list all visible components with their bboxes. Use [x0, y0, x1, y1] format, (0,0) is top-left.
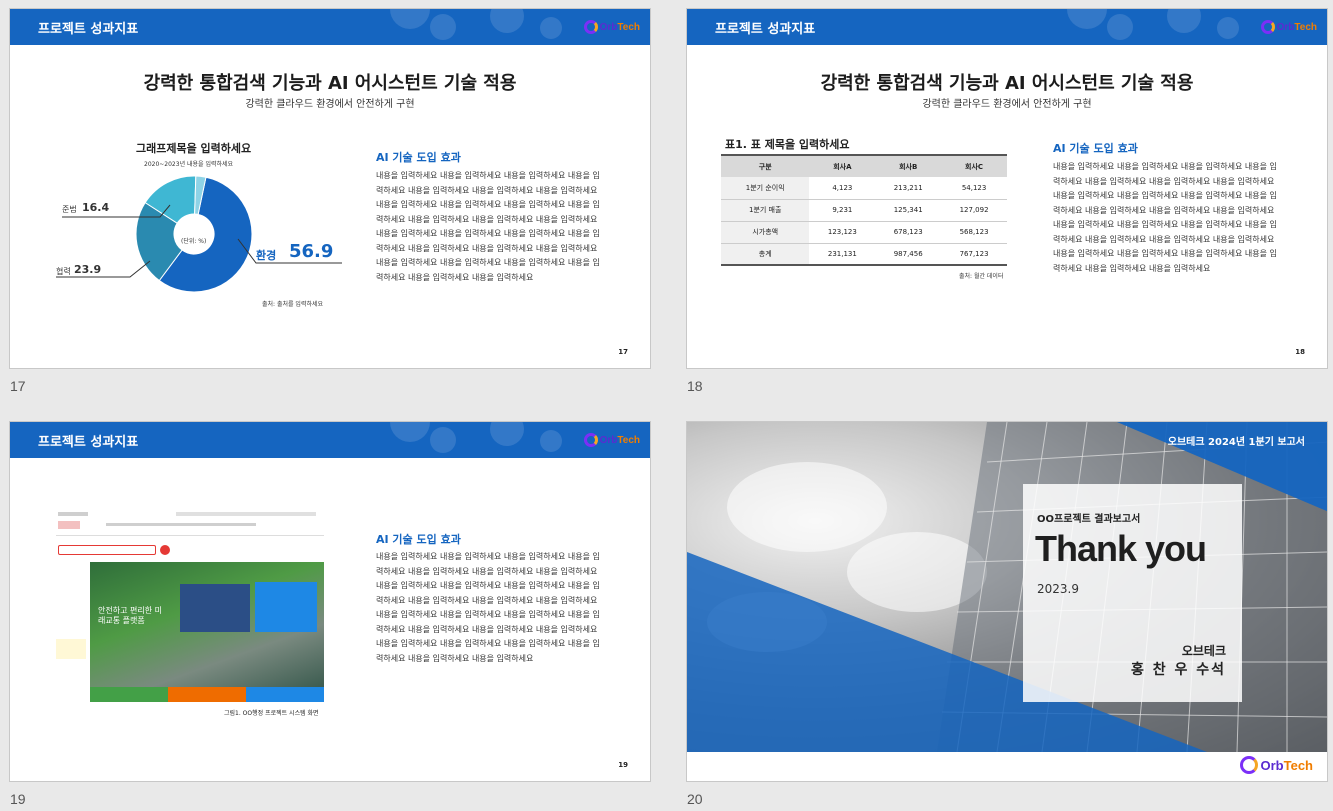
table-cell: 125,341	[875, 199, 942, 222]
table-cell: 678,123	[875, 221, 942, 244]
logo-ring-icon	[583, 20, 598, 34]
legend-value-c: 56.9	[289, 241, 334, 262]
graph-subtitle: 2020~2023년 내용을 입력하세요	[144, 161, 234, 168]
table-cell: 123,123	[809, 221, 876, 244]
slide-subtitle: 강력한 클라우드 환경에서 안전하게 구현	[245, 99, 415, 110]
mock-search-icon	[160, 545, 170, 555]
slide-number-19: 19	[10, 791, 26, 807]
logo-ring-icon	[1260, 20, 1275, 34]
table-cell: 231,131	[809, 243, 876, 266]
slide-thumbnail-17[interactable]: 프로젝트 성과지표 OrbTech 강력한 통합검색 기능과 AI 어시스턴트 …	[9, 8, 651, 369]
system-screenshot-image: 안전하고 편리한 미래교통 플랫폼	[56, 507, 324, 702]
table-cell: 213,211	[875, 177, 942, 200]
table-title: 표1. 표 제목을 입력하세요	[725, 138, 850, 151]
orbtech-logo: OrbTech	[1240, 755, 1313, 775]
table-row: 시가총액 123,123 678,123 568,123	[721, 221, 1007, 244]
ai-body: 내용을 입력하세요 내용을 입력하세요 내용을 입력하세요 내용을 입력하세요 …	[1053, 162, 1277, 273]
page-number: 17	[618, 348, 628, 356]
ai-heading: AI 기술 도입 효과	[376, 151, 461, 164]
closing-card: OO프로젝트 결과보고서 Thank you 2023.9 오브테크 홍 찬 우…	[1023, 484, 1242, 702]
figure-caption: 그림1. OO행정 프로젝트 시스템 화면	[224, 710, 319, 717]
table-source: 출처: 월간 데이터	[959, 273, 1004, 280]
header-title: 프로젝트 성과지표	[38, 22, 139, 37]
table-header: 회사C	[941, 154, 1007, 177]
slide-header: 프로젝트 성과지표 OrbTech	[10, 422, 650, 458]
legend-value-a: 16.4	[82, 201, 110, 214]
page-number: 19	[618, 761, 628, 769]
legend-label-c: 환경	[256, 249, 277, 262]
ai-body: 내용을 입력하세요 내용을 입력하세요 내용을 입력하세요 내용을 입력하세요 …	[376, 171, 600, 282]
table-header: 회사A	[809, 154, 876, 177]
slide-title: 강력한 통합검색 기능과 AI 어시스턴트 기술 적용	[820, 73, 1194, 94]
date-text: 2023.9	[1037, 582, 1079, 596]
table-header: 구분	[721, 154, 810, 177]
table-header: 회사B	[875, 154, 942, 177]
table-cell: 시가총액	[721, 221, 810, 244]
hero-text: 안전하고 편리한 미래교통 플랫폼	[98, 606, 162, 625]
table-row: 1분기 순이익 4,123 213,211 54,123	[721, 177, 1007, 200]
table-cell: 총계	[721, 243, 810, 266]
logo-text: Orb	[599, 434, 618, 446]
logo-text: Orb	[1276, 21, 1295, 33]
logo-text-2: Tech	[1294, 21, 1317, 33]
logo-text-2: Tech	[617, 434, 640, 446]
table-cell: 568,123	[941, 221, 1007, 244]
table-row: 1분기 매출 9,231 125,341 127,092	[721, 199, 1007, 222]
slide-thumbnail-19[interactable]: 프로젝트 성과지표 OrbTech 안전하고 편리한 미래교통 플랫폼 그림1.…	[9, 421, 651, 782]
slide-title: 강력한 통합검색 기능과 AI 어시스턴트 기술 적용	[143, 73, 517, 94]
logo-text: Orb	[599, 21, 618, 33]
table-cell: 767,123	[941, 243, 1007, 266]
table-cell: 9,231	[809, 199, 876, 222]
header-title: 프로젝트 성과지표	[38, 435, 139, 450]
logo-text-2: Tech	[617, 21, 640, 33]
thank-you-text: Thank you	[1035, 528, 1207, 569]
table-row: 총계 231,131 987,456 767,123	[721, 243, 1007, 266]
orbtech-logo: OrbTech	[1260, 17, 1317, 37]
page-number: 18	[1295, 348, 1305, 356]
table-cell: 127,092	[941, 199, 1007, 222]
logo-ring-icon	[1240, 756, 1259, 774]
ai-heading: AI 기술 도입 효과	[376, 533, 461, 546]
slide-thumbnail-20[interactable]: 오브테크 2024년 1분기 보고서 OO프로젝트 결과보고서 Thank yo…	[686, 421, 1328, 782]
report-title: 오브테크 2024년 1분기 보고서	[1167, 437, 1305, 448]
orbtech-logo: OrbTech	[583, 430, 640, 450]
slide-thumbnail-18[interactable]: 프로젝트 성과지표 OrbTech 강력한 통합검색 기능과 AI 어시스턴트 …	[686, 8, 1328, 369]
legend-label-a: 준법	[62, 205, 77, 214]
logo-text-2: Tech	[1283, 757, 1313, 773]
table-cell: 1분기 매출	[721, 199, 810, 222]
slide-number-20: 20	[687, 791, 703, 807]
mock-menu-strip	[90, 687, 324, 702]
mock-side-widget	[56, 639, 86, 659]
logo-text: Orb	[1260, 757, 1284, 773]
graph-title: 그래프제목을 입력하세요	[136, 142, 252, 155]
slide-number-18: 18	[687, 378, 703, 394]
mock-search-box	[58, 545, 156, 555]
table-cell: 4,123	[809, 177, 876, 200]
ai-heading: AI 기술 도입 효과	[1053, 142, 1138, 155]
presenter-name: 홍 찬 우 수석	[1130, 662, 1226, 678]
slide-header: 프로젝트 성과지표 OrbTech	[10, 9, 650, 45]
table-cell: 1분기 순이익	[721, 177, 810, 200]
data-table: 구분 회사A 회사B 회사C 1분기 순이익 4,123 213,211 54,…	[721, 154, 1007, 266]
legend-label-b: 협력	[56, 267, 71, 276]
legend-value-b: 23.9	[74, 263, 102, 276]
slide-footer	[687, 752, 1327, 781]
donut-center-label: (단위: %)	[181, 238, 207, 245]
mock-hero-banner: 안전하고 편리한 미래교통 플랫폼	[90, 562, 324, 687]
orbtech-logo: OrbTech	[583, 17, 640, 37]
slide-header: 프로젝트 성과지표 OrbTech	[687, 9, 1327, 45]
table-cell: 987,456	[875, 243, 942, 266]
ai-body: 내용을 입력하세요 내용을 입력하세요 내용을 입력하세요 내용을 입력하세요 …	[376, 552, 600, 663]
slide-subtitle: 강력한 클라우드 환경에서 안전하게 구현	[922, 99, 1092, 110]
project-title: OO프로젝트 결과보고서	[1037, 514, 1141, 525]
header-title: 프로젝트 성과지표	[715, 22, 816, 37]
table-cell: 54,123	[941, 177, 1007, 200]
donut-chart	[135, 175, 253, 293]
logo-ring-icon	[583, 433, 598, 447]
chart-source: 출처: 출처를 입력하세요	[262, 301, 324, 308]
company-name: 오브테크	[1181, 644, 1226, 658]
slide-number-17: 17	[10, 378, 26, 394]
